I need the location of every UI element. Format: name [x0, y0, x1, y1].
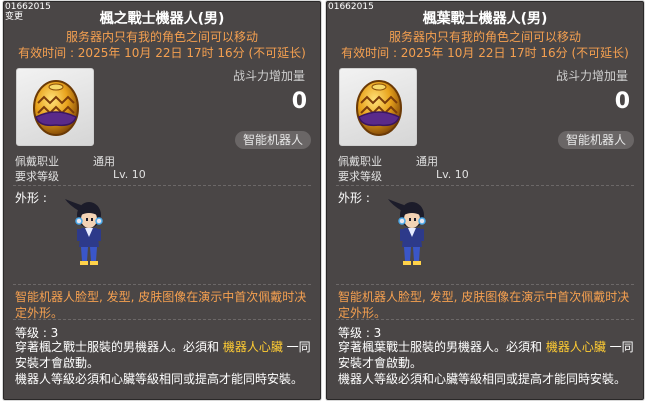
item-icon-frame: [339, 68, 417, 146]
power-increase-value: 0: [614, 89, 630, 114]
job-row: 佩戴职业 通用: [15, 153, 115, 169]
item-description: 穿著楓之戰士服裝的男機器人。必須和 機器人心臟 一同安裝才會啟動。 機器人等級必須…: [15, 339, 315, 387]
level-label: 要求等级: [15, 170, 59, 183]
category-tag: 智能机器人: [234, 131, 311, 149]
power-increase-label: 战斗力增加量: [232, 69, 305, 83]
description-text: 穿著楓葉戰士服裝的男機器人。必須和: [338, 340, 546, 354]
level-label: 要求等级: [338, 170, 382, 183]
android-heart-link: 機器人心臟: [545, 340, 606, 354]
android-heart-link: 機器人心臟: [222, 340, 283, 354]
item-title: 楓葉戰士機器人(男): [422, 11, 548, 27]
divider: [13, 284, 311, 286]
appearance-description: 智能机器人脸型, 发型, 皮肤图像在演示中首次佩戴时决定外形。: [338, 290, 630, 320]
job-value: 通用: [416, 155, 438, 168]
divider: [336, 185, 634, 187]
android-character-figure: [388, 199, 426, 265]
job-row: 佩戴职业 通用: [338, 153, 438, 169]
divider: [336, 284, 634, 286]
level-value: Lv. 10: [436, 168, 469, 181]
divider: [13, 319, 311, 321]
job-value: 通用: [93, 155, 115, 168]
divider: [13, 185, 311, 187]
divider: [336, 319, 634, 321]
job-label: 佩戴职业: [15, 155, 59, 168]
appearance-label: 外形 :: [338, 191, 370, 205]
item-description: 穿著楓葉戰士服裝的男機器人。必須和 機器人心臟 一同安裝才會啟動。 機器人等級必須…: [338, 339, 638, 387]
description-text: 穿著楓之戰士服裝的男機器人。必須和: [15, 340, 223, 354]
expiry-time: 有效时间 : 2025年 10月 22日 17时 16分 (不可延长): [18, 46, 306, 60]
item-icon-frame: [16, 68, 94, 146]
description-text: 機器人等級必須和心臟等級相同或提高才能同時安裝。: [338, 372, 627, 386]
level-row: 要求等级 Lv. 10: [15, 168, 146, 184]
level-value: Lv. 10: [113, 168, 146, 181]
android-heart-egg-icon: [356, 80, 402, 136]
power-increase-value: 0: [291, 89, 307, 114]
item-tooltip-left: 01662015 变更 楓之戰士機器人(男) 服务器内只有我的角色之间可以移动 …: [2, 0, 322, 401]
android-character-figure: [65, 199, 103, 265]
trade-restriction: 服务器内只有我的角色之间可以移动: [65, 30, 258, 44]
appearance-label: 外形 :: [15, 191, 47, 205]
expiry-time: 有效时间 : 2025年 10月 22日 17时 16分 (不可延长): [341, 46, 629, 60]
appearance-description: 智能机器人脸型, 发型, 皮肤图像在演示中首次佩戴时决定外形。: [15, 290, 307, 320]
job-label: 佩戴职业: [338, 155, 382, 168]
android-heart-egg-icon: [33, 80, 79, 136]
item-title: 楓之戰士機器人(男): [99, 11, 225, 27]
description-text: 機器人等級必須和心臟等級相同或提高才能同時安裝。: [15, 372, 304, 386]
level-row: 要求等级 Lv. 10: [338, 168, 469, 184]
trade-restriction: 服务器内只有我的角色之间可以移动: [388, 30, 581, 44]
power-increase-label: 战斗力增加量: [555, 69, 628, 83]
item-tooltip-right: 01662015 楓葉戰士機器人(男) 服务器内只有我的角色之间可以移动 有效时…: [325, 0, 645, 401]
category-tag: 智能机器人: [557, 131, 634, 149]
